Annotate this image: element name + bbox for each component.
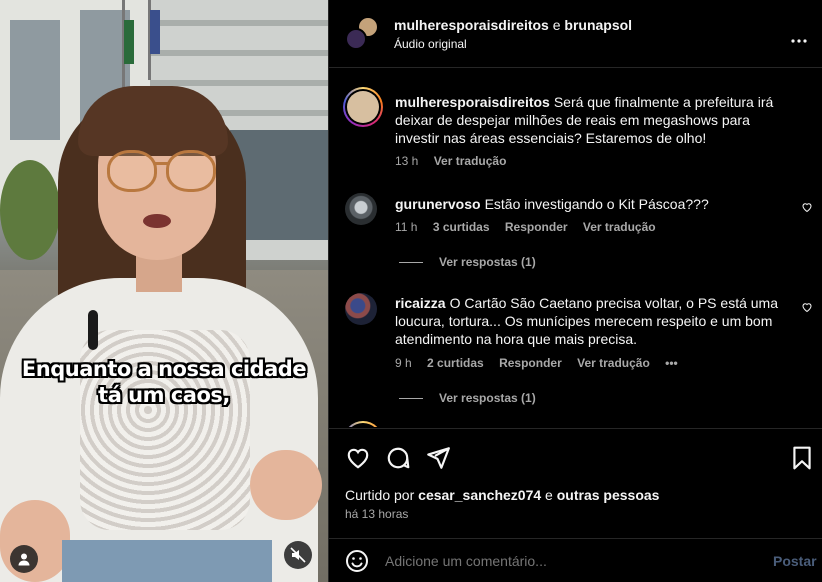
- heart-icon[interactable]: [801, 301, 813, 313]
- author-avatars[interactable]: [345, 16, 379, 50]
- liked-by: Curtido por cesar_sanchez074 e outras pe…: [345, 487, 660, 503]
- share-icon[interactable]: [425, 445, 451, 471]
- caption-comment: mulheresporaisdireitos Será que finalment…: [329, 69, 822, 179]
- comment-options-button[interactable]: •••: [665, 356, 678, 370]
- speaker-person: [0, 0, 328, 582]
- avatar: [347, 91, 379, 123]
- liked-by-user[interactable]: cesar_sanchez074: [418, 487, 541, 503]
- comment-input[interactable]: [385, 553, 745, 569]
- post-comment-button[interactable]: Postar: [773, 553, 817, 569]
- reel-video[interactable]: Enquanto a nossa cidade tá um caos,: [0, 0, 328, 582]
- view-replies-button[interactable]: Ver respostas (1): [399, 391, 536, 405]
- add-comment-bar: Postar: [329, 538, 822, 582]
- comment-time[interactable]: 9 h: [395, 356, 412, 370]
- avatar[interactable]: [345, 293, 377, 325]
- comment-username[interactable]: gurunervoso: [395, 196, 481, 212]
- author-link-1[interactable]: mulheresporaisdireitos: [394, 17, 549, 33]
- comment-icon[interactable]: [385, 445, 411, 471]
- post-authors: mulheresporaisdireitos e brunapsol: [394, 17, 633, 33]
- speaker-muted-icon: [290, 547, 306, 563]
- comment-text: Estão investigando o Kit Páscoa???: [484, 196, 709, 212]
- comment-item: ricaizza O Cartão São Caetano precisa vol…: [329, 279, 822, 419]
- caption-line-2: tá um caos,: [98, 383, 230, 407]
- avatar[interactable]: [345, 193, 377, 225]
- see-translation-button[interactable]: Ver tradução: [577, 356, 650, 370]
- comment-username[interactable]: ricaizza: [395, 295, 446, 311]
- more-horizontal-icon: [791, 39, 807, 43]
- bookmark-icon[interactable]: [789, 445, 815, 471]
- comment-item: gurunervoso Estão investigando o Kit Pásc…: [329, 179, 822, 279]
- comments-list[interactable]: mulheresporaisdireitos Será que finalment…: [329, 69, 822, 427]
- story-ring[interactable]: [343, 421, 383, 427]
- heart-icon[interactable]: [801, 201, 813, 213]
- post-actions: Curtido por cesar_sanchez074 e outras pe…: [329, 428, 822, 528]
- story-ring[interactable]: [343, 87, 383, 127]
- comment-text: O Cartão São Caetano precisa voltar, o P…: [395, 295, 778, 347]
- tagged-users-button[interactable]: [10, 545, 38, 573]
- post-side-panel: mulheresporaisdireitos e brunapsol Áudio…: [328, 0, 822, 582]
- avatar: [345, 28, 367, 50]
- liked-by-others-button[interactable]: outras pessoas: [557, 487, 660, 503]
- caption-line-1: Enquanto a nossa cidade: [21, 357, 307, 381]
- post-timestamp[interactable]: há 13 horas: [345, 507, 408, 521]
- video-caption: Enquanto a nossa cidade tá um caos,: [0, 356, 328, 408]
- lapel-mic: [88, 310, 98, 350]
- comment-likes[interactable]: 3 curtidas: [433, 220, 490, 234]
- emoji-icon[interactable]: [345, 549, 369, 573]
- mute-button[interactable]: [284, 541, 312, 569]
- audio-link[interactable]: Áudio original: [394, 37, 467, 51]
- comment-time[interactable]: 13 h: [395, 154, 418, 168]
- view-replies-button[interactable]: Ver respostas (1): [399, 255, 536, 269]
- see-translation-button[interactable]: Ver tradução: [434, 154, 507, 168]
- more-options-button[interactable]: [791, 30, 807, 46]
- comment-username[interactable]: mulheresporaisdireitos: [395, 94, 550, 110]
- user-icon: [18, 553, 30, 566]
- comment-time[interactable]: 11 h: [395, 220, 417, 234]
- reply-button[interactable]: Responder: [505, 220, 568, 234]
- heart-icon[interactable]: [345, 445, 371, 471]
- reply-button[interactable]: Responder: [499, 356, 562, 370]
- see-translation-button[interactable]: Ver tradução: [583, 220, 656, 234]
- author-link-2[interactable]: brunapsol: [564, 17, 632, 33]
- comment-likes[interactable]: 2 curtidas: [427, 356, 484, 370]
- post-header: mulheresporaisdireitos e brunapsol Áudio…: [329, 0, 822, 68]
